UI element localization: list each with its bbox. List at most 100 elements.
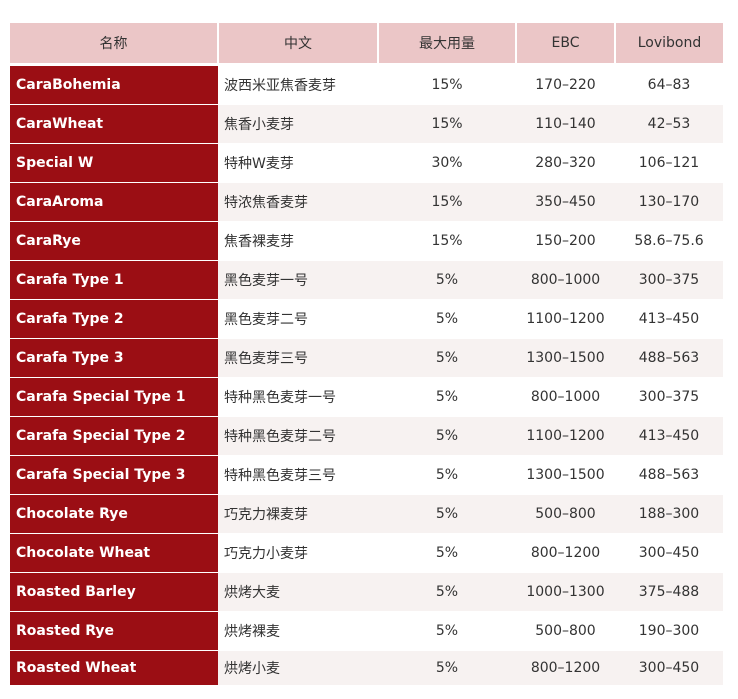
- max-usage-cell: 15%: [378, 182, 516, 222]
- chinese-name-cell: 烘烤大麦: [218, 572, 378, 612]
- max-usage-cell: 30%: [378, 143, 516, 183]
- malt-name-cell: CaraWheat: [10, 104, 218, 144]
- malt-name-cell: CaraBohemia: [10, 66, 218, 105]
- table-row: Carafa Type 2 黑色麦芽二号 5% 1100–1200 413–45…: [10, 299, 723, 339]
- ebc-cell: 500–800: [516, 611, 615, 651]
- chinese-name-cell: 焦香小麦芽: [218, 104, 378, 144]
- table-header: 名称 中文 最大用量 EBC Lovibond: [10, 23, 723, 66]
- chinese-name-cell: 波西米亚焦香麦芽: [218, 66, 378, 105]
- malt-name-cell: Special W: [10, 143, 218, 183]
- table-row: Roasted Barley 烘烤大麦 5% 1000–1300 375–488: [10, 572, 723, 612]
- table-row: Roasted Wheat 烘烤小麦 5% 800–1200 300–450: [10, 650, 723, 686]
- table-row: Roasted Rye 烘烤裸麦 5% 500–800 190–300: [10, 611, 723, 651]
- ebc-cell: 500–800: [516, 494, 615, 534]
- max-usage-cell: 5%: [378, 377, 516, 417]
- malt-name-cell: Chocolate Wheat: [10, 533, 218, 573]
- lovibond-cell: 58.6–75.6: [615, 221, 723, 261]
- malt-name-cell: Roasted Wheat: [10, 650, 218, 686]
- ebc-cell: 800–1000: [516, 377, 615, 417]
- header-max-usage: 最大用量: [378, 23, 517, 63]
- chinese-name-cell: 特种黑色麦芽一号: [218, 377, 378, 417]
- table-row: Chocolate Wheat 巧克力小麦芽 5% 800–1200 300–4…: [10, 533, 723, 573]
- ebc-cell: 1100–1200: [516, 416, 615, 456]
- max-usage-cell: 15%: [378, 104, 516, 144]
- chinese-name-cell: 焦香裸麦芽: [218, 221, 378, 261]
- malt-name-cell: CaraRye: [10, 221, 218, 261]
- malt-name-cell: Carafa Type 2: [10, 299, 218, 339]
- chinese-name-cell: 烘烤小麦: [218, 650, 378, 686]
- table-row: Carafa Special Type 2 特种黑色麦芽二号 5% 1100–1…: [10, 416, 723, 456]
- lovibond-cell: 300–375: [615, 260, 723, 300]
- chinese-name-cell: 特种黑色麦芽三号: [218, 455, 378, 495]
- table-row: Special W 特种W麦芽 30% 280–320 106–121: [10, 143, 723, 183]
- malt-name-cell: Chocolate Rye: [10, 494, 218, 534]
- max-usage-cell: 15%: [378, 221, 516, 261]
- malt-name-cell: Carafa Type 3: [10, 338, 218, 378]
- header-name: 名称: [10, 23, 219, 63]
- malt-name-cell: Carafa Type 1: [10, 260, 218, 300]
- chinese-name-cell: 巧克力裸麦芽: [218, 494, 378, 534]
- chinese-name-cell: 黑色麦芽三号: [218, 338, 378, 378]
- chinese-name-cell: 特浓焦香麦芽: [218, 182, 378, 222]
- max-usage-cell: 5%: [378, 572, 516, 612]
- ebc-cell: 1000–1300: [516, 572, 615, 612]
- malt-name-cell: CaraAroma: [10, 182, 218, 222]
- lovibond-cell: 488–563: [615, 338, 723, 378]
- table-row: Carafa Special Type 1 特种黑色麦芽一号 5% 800–10…: [10, 377, 723, 417]
- chinese-name-cell: 特种W麦芽: [218, 143, 378, 183]
- lovibond-cell: 106–121: [615, 143, 723, 183]
- table-row: Chocolate Rye 巧克力裸麦芽 5% 500–800 188–300: [10, 494, 723, 534]
- header-row: 名称 中文 最大用量 EBC Lovibond: [10, 23, 723, 63]
- lovibond-cell: 375–488: [615, 572, 723, 612]
- lovibond-cell: 64–83: [615, 66, 723, 105]
- table-row: CaraBohemia 波西米亚焦香麦芽 15% 170–220 64–83: [10, 66, 723, 105]
- malt-table: 名称 中文 最大用量 EBC Lovibond CaraBohemia 波西米亚…: [10, 23, 723, 686]
- max-usage-cell: 15%: [378, 66, 516, 105]
- malt-name-cell: Roasted Barley: [10, 572, 218, 612]
- max-usage-cell: 5%: [378, 455, 516, 495]
- lovibond-cell: 300–450: [615, 650, 723, 686]
- malt-name-cell: Carafa Special Type 3: [10, 455, 218, 495]
- ebc-cell: 1100–1200: [516, 299, 615, 339]
- ebc-cell: 800–1200: [516, 650, 615, 686]
- chinese-name-cell: 烘烤裸麦: [218, 611, 378, 651]
- malt-name-cell: Carafa Special Type 2: [10, 416, 218, 456]
- max-usage-cell: 5%: [378, 533, 516, 573]
- ebc-cell: 110–140: [516, 104, 615, 144]
- lovibond-cell: 42–53: [615, 104, 723, 144]
- max-usage-cell: 5%: [378, 611, 516, 651]
- malt-table-container: 名称 中文 最大用量 EBC Lovibond CaraBohemia 波西米亚…: [10, 23, 723, 686]
- lovibond-cell: 300–375: [615, 377, 723, 417]
- table-row: CaraWheat 焦香小麦芽 15% 110–140 42–53: [10, 104, 723, 144]
- table-row: Carafa Type 3 黑色麦芽三号 5% 1300–1500 488–56…: [10, 338, 723, 378]
- lovibond-cell: 130–170: [615, 182, 723, 222]
- lovibond-cell: 413–450: [615, 299, 723, 339]
- max-usage-cell: 5%: [378, 338, 516, 378]
- ebc-cell: 150–200: [516, 221, 615, 261]
- max-usage-cell: 5%: [378, 494, 516, 534]
- malt-name-cell: Roasted Rye: [10, 611, 218, 651]
- chinese-name-cell: 巧克力小麦芽: [218, 533, 378, 573]
- ebc-cell: 800–1000: [516, 260, 615, 300]
- ebc-cell: 1300–1500: [516, 455, 615, 495]
- lovibond-cell: 190–300: [615, 611, 723, 651]
- malt-name-cell: Carafa Special Type 1: [10, 377, 218, 417]
- max-usage-cell: 5%: [378, 416, 516, 456]
- ebc-cell: 280–320: [516, 143, 615, 183]
- max-usage-cell: 5%: [378, 299, 516, 339]
- lovibond-cell: 188–300: [615, 494, 723, 534]
- ebc-cell: 1300–1500: [516, 338, 615, 378]
- table-row: Carafa Type 1 黑色麦芽一号 5% 800–1000 300–375: [10, 260, 723, 300]
- table-row: CaraAroma 特浓焦香麦芽 15% 350–450 130–170: [10, 182, 723, 222]
- chinese-name-cell: 黑色麦芽一号: [218, 260, 378, 300]
- ebc-cell: 170–220: [516, 66, 615, 105]
- lovibond-cell: 300–450: [615, 533, 723, 573]
- table-row: Carafa Special Type 3 特种黑色麦芽三号 5% 1300–1…: [10, 455, 723, 495]
- header-ebc: EBC: [516, 23, 616, 63]
- chinese-name-cell: 黑色麦芽二号: [218, 299, 378, 339]
- header-chinese: 中文: [218, 23, 379, 63]
- table-body: CaraBohemia 波西米亚焦香麦芽 15% 170–220 64–83 C…: [10, 66, 723, 686]
- chinese-name-cell: 特种黑色麦芽二号: [218, 416, 378, 456]
- lovibond-cell: 413–450: [615, 416, 723, 456]
- header-lovibond: Lovibond: [615, 23, 723, 63]
